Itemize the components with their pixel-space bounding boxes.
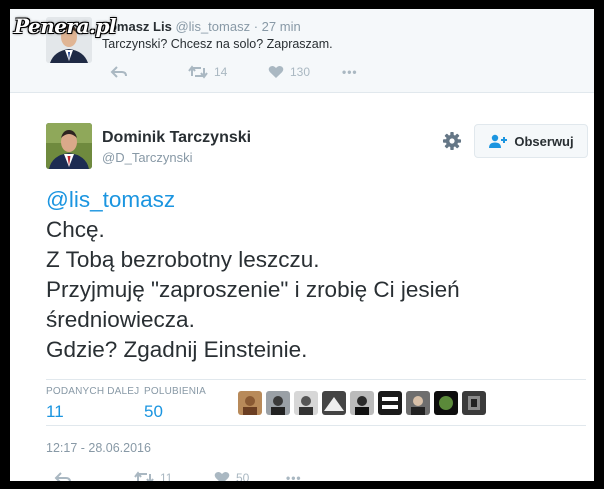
tweet-actions: 11 50 ••• — [46, 471, 346, 481]
tweet-text: Tarczynski? Chcesz na solo? Zapraszam. — [102, 37, 333, 51]
more-button[interactable]: ••• — [342, 65, 358, 79]
like-count: 50 — [236, 471, 250, 481]
like-stat-label: POLUBIENIA — [144, 386, 207, 397]
more-icon: ••• — [342, 65, 358, 79]
likers-avatars — [238, 391, 486, 415]
liker-avatar[interactable] — [378, 391, 402, 415]
liker-avatar[interactable] — [462, 391, 486, 415]
like-button[interactable]: 50 — [214, 471, 249, 481]
tweet-time[interactable]: 27 min — [262, 19, 301, 34]
retweet-icon — [134, 471, 154, 481]
like-stat-value: 50 — [144, 402, 163, 421]
tweet-line: średniowiecza. — [46, 307, 195, 332]
gear-icon — [443, 132, 461, 150]
tweet-actions: 14 130 ••• — [102, 65, 402, 81]
screenshot-frame: Tomasz Lis @lis_tomasz · 27 min Tarczyns… — [10, 9, 594, 481]
reply-context-header: Tomasz Lis @lis_tomasz · 27 min — [102, 19, 301, 34]
more-icon: ••• — [286, 471, 302, 481]
retweet-count: 14 — [214, 65, 228, 79]
author-name[interactable]: Dominik Tarczynski — [102, 129, 251, 147]
liker-avatar[interactable] — [238, 391, 262, 415]
reply-button[interactable] — [110, 65, 128, 79]
retweet-stat[interactable]: PODANYCH DALEJ 11 — [46, 386, 139, 422]
like-stat[interactable]: POLUBIENIA 50 — [144, 386, 206, 422]
follow-label: Obserwuj — [514, 133, 574, 149]
more-button[interactable]: ••• — [286, 471, 302, 481]
heart-icon — [268, 66, 284, 78]
like-button[interactable]: 130 — [268, 65, 310, 79]
liker-avatar[interactable] — [322, 391, 346, 415]
retweet-count: 11 — [160, 471, 173, 481]
tweet-text: @lis_tomasz Chcę. Z Tobą bezrobotny lesz… — [46, 185, 586, 365]
divider — [46, 425, 586, 426]
liker-avatar[interactable] — [350, 391, 374, 415]
heart-icon — [214, 472, 230, 481]
liker-avatar[interactable] — [294, 391, 318, 415]
author-handle[interactable]: @D_Tarczynski — [102, 150, 193, 165]
tweet-line: Przyjmuję "zaproszenie" i zrobię Ci jesi… — [46, 277, 460, 302]
follow-button[interactable]: Obserwuj — [474, 124, 588, 158]
reply-button[interactable] — [54, 471, 72, 481]
liker-avatar[interactable] — [434, 391, 458, 415]
reply-icon — [54, 472, 71, 481]
reply-icon — [110, 66, 127, 78]
divider — [46, 379, 586, 380]
retweet-icon — [188, 65, 208, 79]
retweet-button[interactable]: 14 — [188, 65, 227, 79]
like-count: 130 — [290, 65, 311, 79]
retweet-stat-value: 11 — [46, 402, 64, 421]
tweet-timestamp[interactable]: 12:17 - 28.06.2016 — [46, 441, 151, 455]
tweet-line: Chcę. — [46, 217, 105, 242]
avatar[interactable] — [46, 123, 92, 169]
retweet-button[interactable]: 11 — [134, 471, 172, 481]
gear-button[interactable] — [442, 131, 462, 151]
author-handle[interactable]: @lis_tomasz — [175, 19, 250, 34]
dot-separator: · — [253, 19, 259, 34]
add-user-icon — [489, 134, 508, 148]
liker-avatar[interactable] — [266, 391, 290, 415]
mention-link[interactable]: @lis_tomasz — [46, 185, 586, 215]
liker-avatar[interactable] — [406, 391, 430, 415]
tweet-line: Gdzie? Zgadnij Einsteinie. — [46, 337, 308, 362]
site-watermark: Penera.pl — [14, 14, 117, 38]
retweet-stat-label: PODANYCH DALEJ — [46, 386, 140, 397]
tweet-line: Z Tobą bezrobotny leszczu. — [46, 247, 320, 272]
